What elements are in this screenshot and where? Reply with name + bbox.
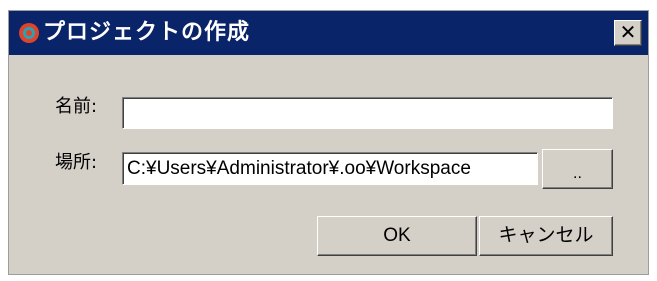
location-input[interactable] (123, 153, 537, 184)
create-project-dialog: プロジェクトの作成 ✕ 名前: 場所: .. OK キャンセル (8, 10, 649, 275)
close-icon: ✕ (619, 20, 637, 44)
cancel-button[interactable]: キャンセル (479, 216, 613, 256)
name-input[interactable] (123, 98, 612, 128)
ok-button[interactable]: OK (317, 216, 477, 256)
title-bar[interactable]: プロジェクトの作成 ✕ (9, 11, 648, 55)
app-logo-icon (19, 23, 39, 43)
browse-button[interactable]: .. (542, 149, 613, 189)
name-field[interactable] (122, 97, 613, 129)
window-title: プロジェクトの作成 (43, 20, 251, 45)
close-button[interactable]: ✕ (614, 20, 642, 46)
name-label: 名前: (55, 96, 98, 117)
location-field[interactable] (122, 152, 538, 185)
location-label: 場所: (55, 152, 98, 173)
